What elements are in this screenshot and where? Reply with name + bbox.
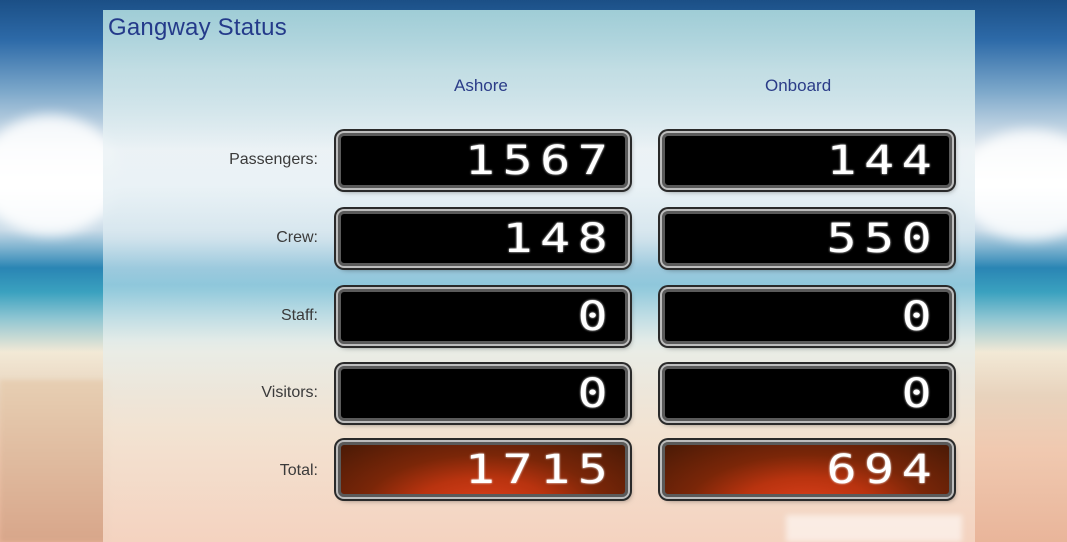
staff-onboard-display: 0 xyxy=(662,289,952,344)
passengers-ashore-value: 1567 xyxy=(464,137,615,184)
row-label-total: Total: xyxy=(279,462,318,479)
column-header-ashore: Ashore xyxy=(454,76,508,95)
total-onboard-display: 694 xyxy=(662,442,952,497)
passengers-onboard-value: 144 xyxy=(826,137,939,184)
staff-onboard-value: 0 xyxy=(901,293,939,340)
cloud-left xyxy=(0,115,120,235)
visitors-ashore-display: 0 xyxy=(338,366,628,421)
total-ashore-display: 1715 xyxy=(338,442,628,497)
staff-ashore-display: 0 xyxy=(338,289,628,344)
total-onboard-value: 694 xyxy=(826,446,939,493)
page-title: Gangway Status xyxy=(108,14,287,41)
row-label-crew: Crew: xyxy=(276,229,318,246)
crew-onboard-display: 550 xyxy=(662,211,952,266)
passengers-ashore-display: 1567 xyxy=(338,133,628,188)
background-smudge xyxy=(786,515,962,542)
column-header-onboard: Onboard xyxy=(765,76,832,95)
visitors-onboard-display: 0 xyxy=(662,366,952,421)
sand-left xyxy=(0,380,110,542)
row-label-visitors: Visitors: xyxy=(261,384,318,401)
total-ashore-value: 1715 xyxy=(464,446,615,493)
row-label-passengers: Passengers: xyxy=(229,151,318,168)
passengers-onboard-display: 144 xyxy=(662,133,952,188)
crew-onboard-value: 550 xyxy=(826,215,939,262)
crew-ashore-value: 148 xyxy=(502,215,615,262)
row-label-staff: Staff: xyxy=(280,307,318,324)
visitors-ashore-value: 0 xyxy=(577,370,615,417)
staff-ashore-value: 0 xyxy=(577,293,615,340)
crew-ashore-display: 148 xyxy=(338,211,628,266)
cloud-right xyxy=(960,130,1067,240)
visitors-onboard-value: 0 xyxy=(901,370,939,417)
